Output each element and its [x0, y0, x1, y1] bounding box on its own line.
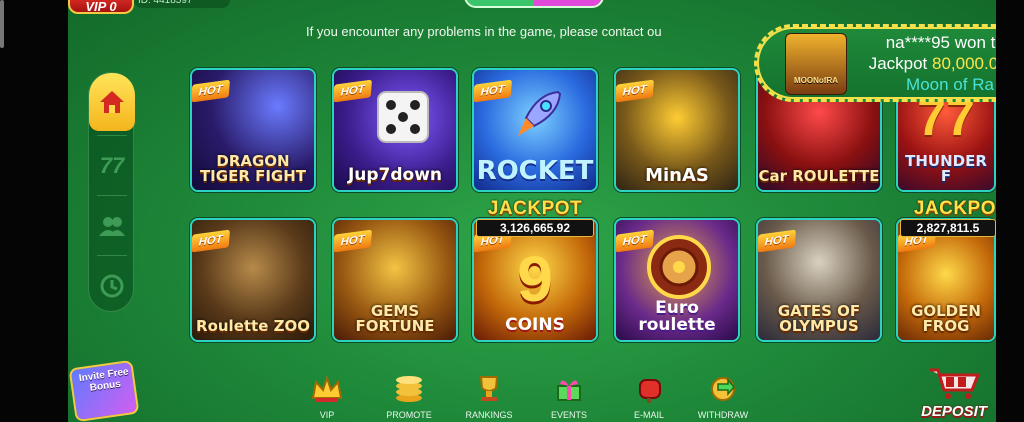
withdraw-icon — [705, 372, 741, 406]
invite-bonus-button[interactable]: Invite Free Bonus — [68, 359, 140, 422]
top-tab-pill[interactable] — [464, 0, 604, 8]
roulette-wheel-icon — [647, 235, 711, 299]
bottom-nav-label: RANKINGS — [465, 410, 513, 420]
jackpot-title: JACKPOT — [487, 198, 583, 219]
rocket-icon — [518, 90, 562, 136]
announcement-marquee: If you encounter any problems in the gam… — [306, 24, 662, 39]
edge-handle — [0, 0, 4, 48]
crown-icon — [309, 372, 345, 406]
bottom-nav-label: WITHDRAW — [697, 410, 749, 420]
side-nav: 77 — [88, 72, 135, 315]
jackpot-notification[interactable]: MOONofRA na****95 won the Jackpot 80,000… — [754, 24, 996, 102]
game-title: Jup7down — [347, 165, 443, 185]
game-title: Roulette ZOO — [196, 317, 310, 335]
bottom-nav-rankings[interactable]: RANKINGS — [454, 372, 524, 422]
nav-slots[interactable]: 77 — [89, 137, 135, 195]
bottom-nav-label: VIP — [319, 410, 335, 420]
notification-prefix: Jackpot — [868, 54, 928, 73]
bottom-nav-vip[interactable]: VIP — [292, 372, 362, 422]
thumbnail-label: MOONofRA — [794, 76, 838, 85]
trophy-icon — [471, 372, 507, 406]
game-tile-gates-of-olympus[interactable]: HOT GATES OF OLYMPUS — [756, 218, 882, 342]
nav-history[interactable] — [89, 257, 135, 315]
jackpot-value: 2,827,811.5 — [900, 219, 996, 237]
jackpot-value: 3,126,665.92 — [476, 219, 594, 237]
nav-divider — [97, 195, 127, 196]
dice-icon — [377, 91, 429, 143]
nav-divider — [97, 135, 127, 136]
game-tile-minas[interactable]: HOT MinAS — [614, 68, 740, 192]
game-title: GATES OF OLYMPUS — [777, 302, 861, 335]
shopping-cart-icon — [930, 368, 981, 399]
game-title: ROCKET — [476, 156, 594, 186]
game-title: Euro roulette — [638, 298, 716, 335]
game-tile-euro-roulette[interactable]: HOT Euro roulette — [614, 218, 740, 342]
jackpot-title: JACKPO — [913, 198, 996, 219]
friends-icon — [99, 217, 125, 236]
coins-icon — [391, 372, 427, 406]
gift-icon — [551, 372, 587, 406]
vip-badge[interactable]: VIP 0 — [68, 0, 134, 14]
slots-777-icon: 77 — [99, 153, 125, 178]
bottom-nav-label: EVENTS — [550, 410, 587, 420]
notification-winner: na****95 won the — [885, 33, 996, 52]
game-title: MinAS — [645, 165, 709, 186]
mailbox-icon — [631, 372, 667, 406]
deposit-button[interactable]: DEPOSIT — [914, 366, 994, 422]
bottom-nav-label: PROMOTE — [386, 410, 432, 420]
game-title: THUNDER F — [905, 152, 987, 185]
bottom-nav-promote[interactable]: PROMOTE — [374, 372, 444, 422]
game-title: Car ROULETTE — [758, 167, 880, 185]
nine-symbol: 9 — [517, 243, 553, 315]
nav-home[interactable] — [89, 73, 135, 131]
game-tile-dragon-tiger-fight[interactable]: HOT DRAGON TIGER FIGHT — [190, 68, 316, 192]
notification-game-thumbnail — [785, 33, 847, 95]
left-black-edge — [0, 0, 68, 422]
invite-label: Invite Free Bonus — [78, 366, 130, 394]
game-tile-gems-fortune[interactable]: HOT GEMS FORTUNE — [332, 218, 458, 342]
game-tile-roulette-zoo[interactable]: HOT Roulette ZOO — [190, 218, 316, 342]
bottom-nav-withdraw[interactable]: WITHDRAW — [688, 372, 758, 422]
nav-divider — [97, 255, 127, 256]
game-title: DRAGON TIGER FIGHT — [199, 152, 307, 185]
bottom-nav-label: E-MAIL — [633, 410, 664, 420]
player-id: ID: 4418597 — [134, 0, 230, 8]
game-title: GEMS FORTUNE — [355, 302, 435, 335]
deposit-label: DEPOSIT — [921, 403, 987, 420]
game-tile-rocket[interactable]: HOT ROCKET — [472, 68, 598, 192]
game-lobby: VIP 0 ID: 4418597 If you encounter any p… — [68, 0, 996, 422]
bottom-nav-email[interactable]: E-MAIL — [614, 372, 684, 422]
bottom-nav-events[interactable]: EVENTS — [534, 372, 604, 422]
right-black-edge — [996, 0, 1024, 422]
notification-jackpot-line: Jackpot 80,000.00 on — [855, 54, 996, 74]
nav-friends[interactable] — [89, 197, 135, 255]
home-icon — [100, 91, 124, 113]
history-clock-icon — [100, 274, 124, 298]
notification-amount: 80,000.00 — [932, 54, 996, 73]
notification-game-name: Moon of Ra — [906, 75, 994, 94]
game-title: GOLDEN FROG — [911, 302, 981, 335]
game-tile-jup7down[interactable]: HOT Jup7down — [332, 68, 458, 192]
game-title: COINS — [505, 315, 565, 335]
